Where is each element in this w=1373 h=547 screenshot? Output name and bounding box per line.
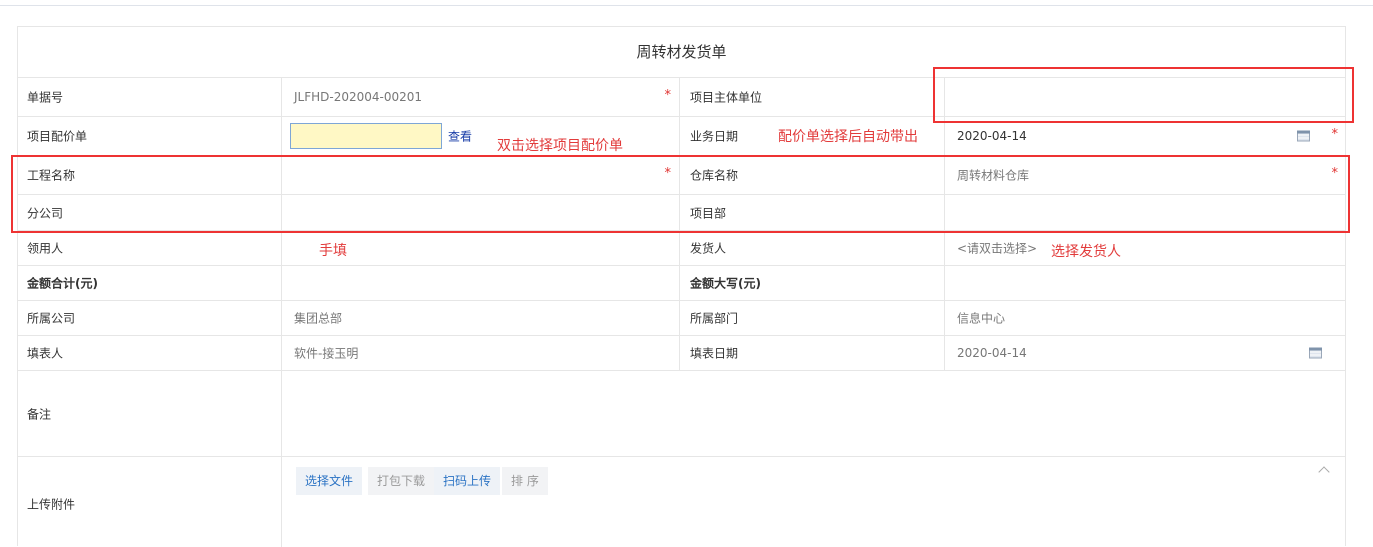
- row-attachment: 上传附件: [17, 457, 1346, 547]
- fill-date-field[interactable]: 2020-04-14: [945, 336, 1346, 370]
- sort-button[interactable]: 排 序: [502, 467, 548, 495]
- remark-textarea[interactable]: [282, 371, 1346, 456]
- label-attachment: 上传附件: [27, 497, 76, 512]
- label-project-entity: 项目主体单位: [690, 90, 763, 105]
- row-amount: 金额合计(元) 金额大写(元): [17, 266, 1346, 301]
- scan-upload-button[interactable]: 扫码上传: [434, 467, 501, 495]
- row-receiver: 领用人 发货人 <请双击选择>: [17, 231, 1346, 266]
- company-value: 集团总部: [294, 311, 343, 326]
- label-fill-date: 填表日期: [690, 346, 739, 361]
- fill-date-value: 2020-04-14: [957, 346, 1027, 360]
- price-sheet-input[interactable]: [290, 123, 442, 149]
- filler-value: 软件-接玉明: [294, 346, 359, 361]
- required-mark: *: [664, 88, 672, 103]
- label-sender: 发货人: [690, 241, 727, 256]
- sender-field[interactable]: <请双击选择>: [945, 231, 1346, 265]
- annotation-box-entity: [933, 67, 1354, 123]
- row-company: 所属公司 集团总部 所属部门 信息中心: [17, 301, 1346, 336]
- business-date-value: 2020-04-14: [957, 129, 1027, 143]
- annotation-manual: 手填: [319, 243, 347, 259]
- doc-no-value: JLFHD-202004-00201: [294, 90, 423, 104]
- label-receiver: 领用人: [27, 241, 64, 256]
- label-filler: 填表人: [27, 346, 64, 361]
- label-amount-total: 金额合计(元): [27, 276, 98, 291]
- pack-download-button[interactable]: 打包下载: [368, 467, 435, 495]
- amount-words-field: [945, 266, 1346, 300]
- label-company: 所属公司: [27, 311, 76, 326]
- calendar-icon[interactable]: [1309, 347, 1322, 359]
- view-link[interactable]: 查看: [448, 128, 472, 145]
- top-divider: [0, 5, 1373, 6]
- label-doc-no: 单据号: [27, 90, 64, 105]
- label-price-sheet: 项目配价单: [27, 129, 88, 144]
- row-filler: 填表人 软件-接玉明 填表日期 2020-04-14: [17, 336, 1346, 371]
- label-amount-words: 金额大写(元): [690, 276, 761, 291]
- annotation-double-click: 双击选择项目配价单: [497, 138, 623, 154]
- required-mark: *: [1331, 127, 1339, 142]
- select-file-button[interactable]: 选择文件: [296, 467, 363, 495]
- row-remark: 备注: [17, 371, 1346, 457]
- department-value: 信息中心: [957, 311, 1006, 326]
- label-department: 所属部门: [690, 311, 739, 326]
- amount-total-field: [282, 266, 680, 300]
- doc-no-field[interactable]: JLFHD-202004-00201 *: [282, 78, 680, 116]
- annotation-choose-sender: 选择发货人: [1051, 244, 1121, 260]
- annotation-box-project: [11, 155, 1350, 233]
- label-remark: 备注: [27, 407, 52, 421]
- label-business-date: 业务日期: [690, 129, 739, 144]
- sender-placeholder: <请双击选择>: [957, 241, 1038, 256]
- calendar-icon[interactable]: [1297, 130, 1310, 142]
- annotation-auto-fill: 配价单选择后自动带出: [778, 129, 918, 145]
